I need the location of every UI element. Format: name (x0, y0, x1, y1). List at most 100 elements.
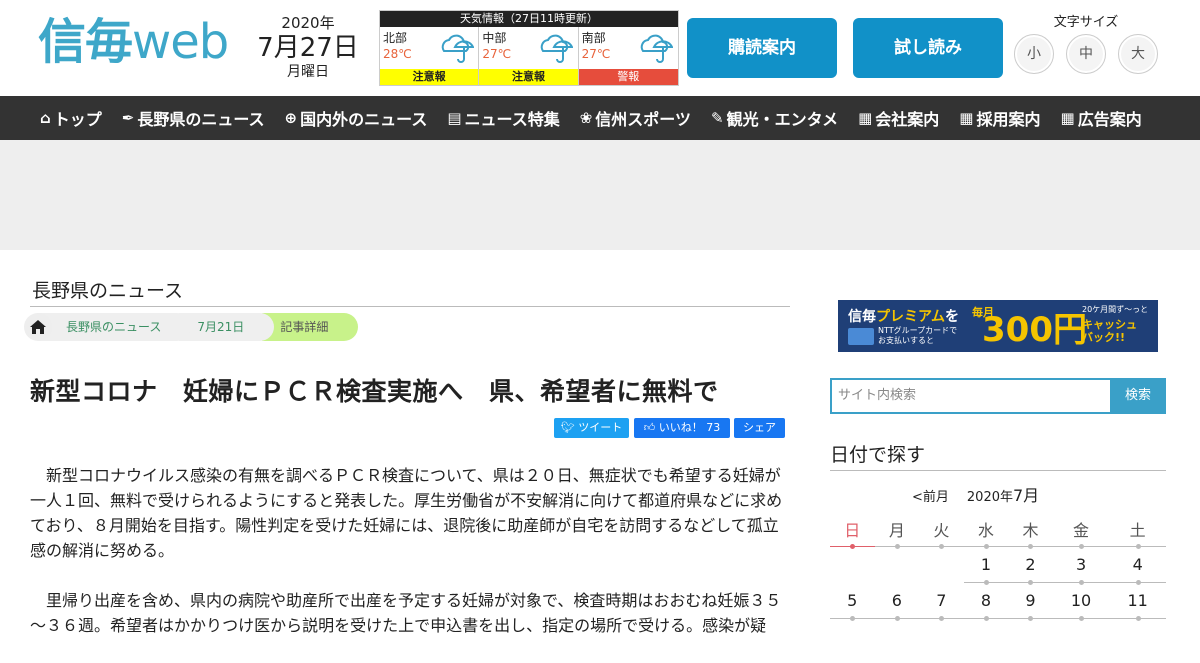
weekday-header: 月 (874, 512, 920, 549)
calendar-day[interactable]: 8 (963, 582, 1009, 621)
region-name: 中部 (482, 31, 507, 45)
calendar-day-empty (830, 546, 875, 583)
nav-item-sports[interactable]: ❀ 信州スポーツ (580, 106, 691, 130)
calendar-day[interactable]: 5 (830, 582, 875, 621)
calendar-day[interactable]: 2 (1008, 546, 1053, 585)
weekday-header: 火 (919, 512, 964, 549)
nav-item-domestic-world[interactable]: ⊕ 国内外のニュース (285, 106, 428, 130)
calendar-day[interactable]: 10 (1052, 582, 1110, 621)
nav-item-recruit[interactable]: ▦ 採用案内 (959, 106, 1040, 130)
date-year: 2020年 (281, 14, 335, 32)
document-icon: ▤ (447, 109, 462, 127)
site-search-button[interactable]: 検索 (1110, 378, 1166, 414)
subscribe-button[interactable]: 購読案内 (687, 18, 837, 78)
logo-latin: web (132, 14, 229, 70)
like-button[interactable]: 👍︎ いいね！ 73 (634, 418, 730, 438)
trial-read-button[interactable]: 試し読み (853, 18, 1003, 78)
weather-region-central[interactable]: 中部 27℃ 注意報 (479, 27, 579, 85)
premium-banner[interactable]: 信毎プレミアムを NTTグループカードで お支払いすると 毎月 300円 20ケ月… (838, 300, 1158, 352)
weather-alert: 警報 (578, 69, 678, 85)
balls-icon: ❀ (579, 109, 593, 127)
breadcrumb-home[interactable] (24, 313, 52, 341)
region-name: 南部 (581, 31, 606, 45)
banner-amount: 300円 (982, 310, 1087, 350)
list-icon: ▦ (858, 109, 873, 127)
pen-icon: ✒ (121, 109, 135, 127)
wrench-icon: ✎ (710, 109, 724, 127)
font-size-label: 文字サイズ (1053, 15, 1119, 30)
nav-item-features[interactable]: ▤ ニュース特集 (447, 106, 559, 130)
credit-card-icon (848, 328, 874, 345)
globe-icon: ⊕ (284, 109, 298, 127)
umbrella-cloud-icon (640, 34, 673, 63)
home-icon (30, 320, 46, 334)
calendar-current-month: 2020年7月 (966, 486, 1040, 505)
calendar-nav: <前月 2020年7月 (912, 482, 1039, 506)
calendar-day[interactable]: 11 (1109, 582, 1166, 621)
region-temp: 28℃ (383, 47, 412, 61)
home-icon: ⌂ (40, 109, 51, 127)
weather-region-south[interactable]: 南部 27℃ 警報 (578, 27, 678, 85)
divider (30, 306, 790, 307)
site-logo[interactable]: 信毎web (38, 12, 229, 72)
list-icon: ▦ (959, 109, 974, 127)
calendar-day[interactable]: 1 (963, 546, 1009, 585)
calendar-day[interactable]: 7 (919, 582, 964, 621)
nav-item-company[interactable]: ▦ 会社案内 (858, 106, 939, 130)
nav-item-top[interactable]: ⌂ トップ (40, 106, 102, 130)
site-search-input[interactable]: サイト内検索 (830, 378, 1112, 414)
article-headline: 新型コロナ 妊婦にＰＣＲ検査実施へ 県、希望者に無料で (30, 377, 719, 406)
weekday-header: 水 (963, 512, 1009, 549)
banner-cashback: キャッシュ バック!! (1082, 318, 1137, 344)
nav-item-tourism[interactable]: ✎ 観光・エンタメ (711, 106, 838, 130)
calendar-title: 日付で探す (830, 444, 926, 466)
date-month-day: 7月27日 (257, 33, 359, 63)
calendar-grid: 日 月 火 水 木 金 土 1 2 3 4 5 6 7 8 9 10 11 (830, 512, 1166, 621)
breadcrumb-date[interactable]: 7月21日 (177, 313, 275, 341)
banner-months: 20ケ月間ず〜っと (1082, 305, 1149, 314)
weather-title: 天気情報（27日11時更新） (380, 11, 678, 27)
weather-alert: 注意報 (380, 69, 479, 85)
nav-item-advertising[interactable]: ▦ 広告案内 (1061, 106, 1142, 130)
calendar-day-empty (874, 546, 920, 583)
breadcrumb-article: 記事詳細 (260, 313, 359, 341)
font-size-large-button[interactable]: 大 (1118, 34, 1158, 74)
weekday-header: 木 (1008, 512, 1053, 549)
current-date: 2020年 7月27日 月曜日 (252, 14, 364, 80)
font-size-small-button[interactable]: 小 (1014, 34, 1054, 74)
share-button[interactable]: シェア (734, 418, 785, 438)
section-title: 長野県のニュース (32, 280, 184, 302)
article-body: 新型コロナウイルス感染の有無を調べるＰＣＲ検査について、県は２０日、無症状でも希… (30, 463, 786, 663)
tweet-button[interactable]: 🐦︎ ツイート (554, 418, 629, 438)
article-paragraph: 里帰り出産を含め、県内の病院や助産所で出産を予定する妊婦が対象で、検査時期はおお… (30, 591, 782, 635)
font-size-medium-button[interactable]: 中 (1066, 34, 1106, 74)
calendar-day[interactable]: 4 (1109, 546, 1166, 585)
calendar-day[interactable]: 9 (1008, 582, 1053, 621)
weekday-header: 土 (1109, 512, 1166, 549)
calendar-day-empty (919, 546, 964, 583)
umbrella-cloud-icon (441, 34, 474, 63)
thumbs-up-icon: 👍︎ (643, 421, 659, 434)
region-temp: 27℃ (482, 47, 512, 61)
ad-space (0, 140, 1200, 250)
calendar-prev-month[interactable]: <前月 (912, 486, 949, 505)
list-icon: ▦ (1060, 109, 1075, 127)
nav-item-nagano-news[interactable]: ✒ 長野県のニュース (122, 106, 265, 130)
font-size-selector: 文字サイズ 小 中 大 (1010, 14, 1162, 74)
site-header: 信毎web 2020年 7月27日 月曜日 天気情報（27日11時更新） 北部 … (0, 0, 1200, 96)
weather-region-north[interactable]: 北部 28℃ 注意報 (380, 27, 480, 85)
calendar-day[interactable]: 3 (1052, 546, 1110, 585)
region-temp: 27℃ (581, 47, 611, 61)
weather-widget[interactable]: 天気情報（27日11時更新） 北部 28℃ 注意報 中部 27℃ 注意報 南部 … (379, 10, 679, 86)
article-paragraph: 新型コロナウイルス感染の有無を調べるＰＣＲ検査について、県は２０日、無症状でも希… (30, 466, 783, 560)
weather-alert: 注意報 (479, 69, 578, 85)
weekday-header: 日 (830, 512, 875, 549)
breadcrumb-nagano-news[interactable]: 長野県のニュース (38, 313, 192, 341)
calendar-day[interactable]: 6 (874, 582, 920, 621)
divider (830, 470, 1166, 471)
date-weekday: 月曜日 (287, 64, 329, 80)
weekday-header: 金 (1052, 512, 1110, 549)
region-name: 北部 (383, 31, 408, 45)
main-nav: ⌂ トップ ✒ 長野県のニュース ⊕ 国内外のニュース ▤ ニュース特集 ❀ 信州スポーツ… (0, 96, 1200, 140)
umbrella-cloud-icon (541, 34, 574, 63)
